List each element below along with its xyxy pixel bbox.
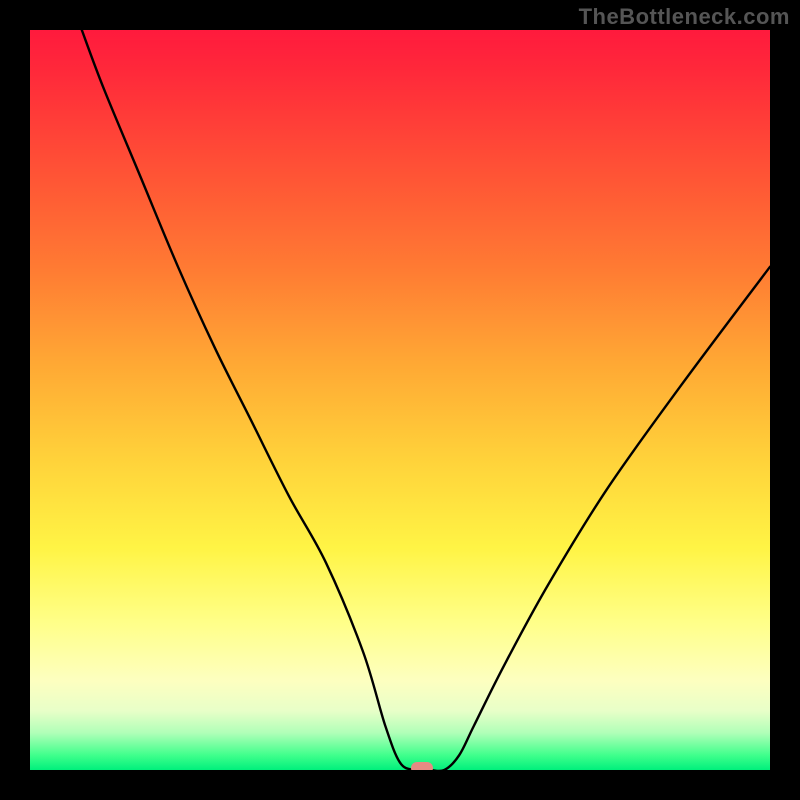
watermark-text: TheBottleneck.com (579, 4, 790, 30)
plot-area (30, 30, 770, 770)
chart-frame: TheBottleneck.com (0, 0, 800, 800)
bottleneck-curve (30, 30, 770, 770)
curve-path (82, 30, 770, 770)
minimum-marker (411, 762, 433, 770)
